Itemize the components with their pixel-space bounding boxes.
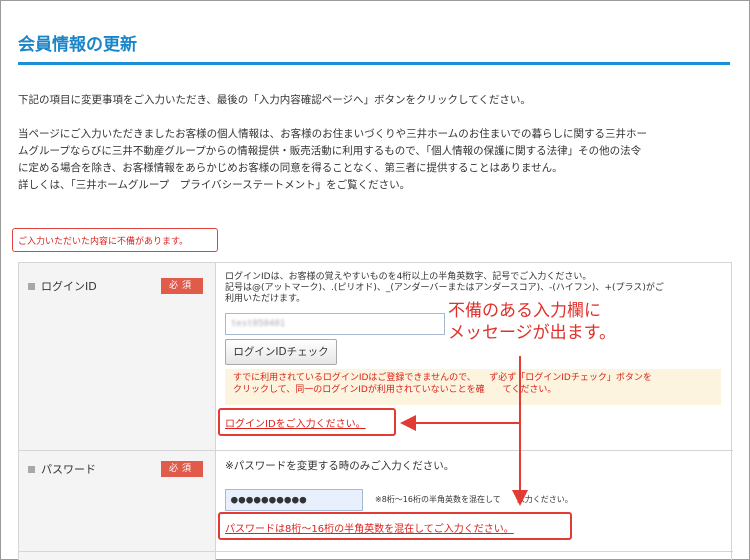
callout-arrows — [400, 356, 528, 506]
